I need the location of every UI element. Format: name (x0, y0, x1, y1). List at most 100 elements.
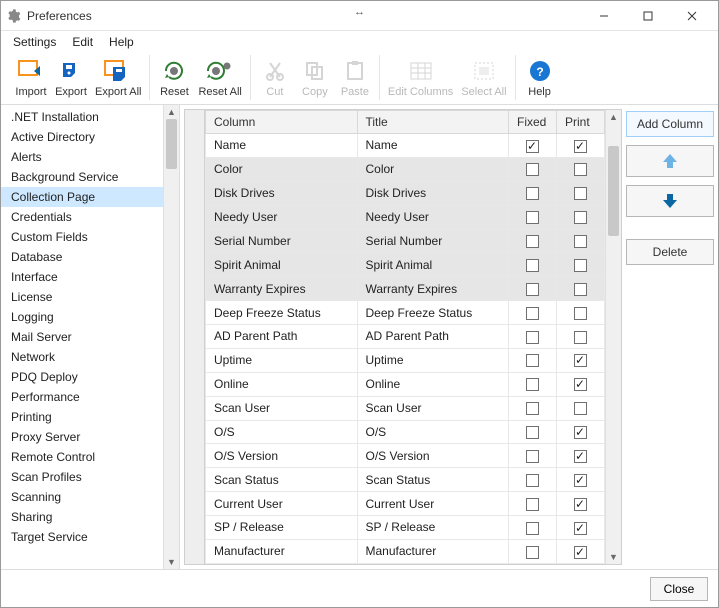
checkbox-icon[interactable] (574, 259, 587, 272)
cell-column[interactable]: Spirit Animal (206, 253, 358, 277)
menu-settings[interactable]: Settings (5, 33, 64, 51)
checkbox-icon[interactable] (574, 354, 587, 367)
cell-column[interactable]: Needy User (206, 205, 358, 229)
table-row[interactable]: Deep Freeze StatusDeep Freeze Status (206, 301, 605, 325)
sidebar-item[interactable]: Active Directory (1, 127, 163, 147)
checkbox-icon[interactable] (526, 474, 539, 487)
cell-print[interactable] (557, 444, 605, 468)
close-button[interactable]: Close (650, 577, 708, 601)
header-column[interactable]: Column (206, 111, 358, 134)
cell-fixed[interactable] (509, 277, 557, 301)
cell-fixed[interactable] (509, 134, 557, 158)
sidebar-item[interactable]: Background Service (1, 167, 163, 187)
checkbox-icon[interactable] (526, 546, 539, 559)
cell-print[interactable] (557, 134, 605, 158)
checkbox-icon[interactable] (574, 283, 587, 296)
cell-fixed[interactable] (509, 492, 557, 516)
cell-fixed[interactable] (509, 396, 557, 420)
cell-title[interactable]: Scan Status (357, 468, 509, 492)
delete-button[interactable]: Delete (626, 239, 714, 265)
sidebar-item[interactable]: Credentials (1, 207, 163, 227)
cell-fixed[interactable] (509, 229, 557, 253)
checkbox-icon[interactable] (526, 522, 539, 535)
sidebar-item[interactable]: PDQ Deploy (1, 367, 163, 387)
sidebar-item[interactable]: Alerts (1, 147, 163, 167)
checkbox-icon[interactable] (526, 354, 539, 367)
checkbox-icon[interactable] (574, 450, 587, 463)
table-row[interactable]: Scan UserScan User (206, 396, 605, 420)
move-down-button[interactable] (626, 185, 714, 217)
resize-grip-icon[interactable]: ↔ (354, 6, 365, 18)
cell-print[interactable] (557, 468, 605, 492)
cell-title[interactable]: Spirit Animal (357, 253, 509, 277)
cell-fixed[interactable] (509, 420, 557, 444)
export-button[interactable]: Export (51, 55, 91, 100)
table-row[interactable]: SP / ReleaseSP / Release (206, 516, 605, 540)
cell-print[interactable] (557, 157, 605, 181)
checkbox-icon[interactable] (574, 546, 587, 559)
cell-column[interactable]: Deep Freeze Status (206, 301, 358, 325)
scroll-up-icon[interactable]: ▲ (606, 110, 621, 124)
cell-fixed[interactable] (509, 539, 557, 563)
checkbox-icon[interactable] (526, 402, 539, 415)
cell-fixed[interactable] (509, 253, 557, 277)
cell-column[interactable]: Color▶ (206, 157, 358, 181)
sidebar-item[interactable]: Interface (1, 267, 163, 287)
cell-print[interactable] (557, 277, 605, 301)
cell-print[interactable] (557, 420, 605, 444)
sidebar-scrollbar[interactable]: ▲ ▼ (163, 105, 179, 569)
table-row[interactable]: AD Parent PathAD Parent Path (206, 325, 605, 349)
checkbox-icon[interactable] (574, 378, 587, 391)
checkbox-icon[interactable] (526, 187, 539, 200)
sidebar-item[interactable]: Proxy Server (1, 427, 163, 447)
cell-print[interactable] (557, 372, 605, 396)
checkbox-icon[interactable] (526, 426, 539, 439)
cell-print[interactable] (557, 516, 605, 540)
cell-column[interactable]: Scan User (206, 396, 358, 420)
export-all-button[interactable]: Export All (91, 55, 145, 100)
table-row[interactable]: Spirit AnimalSpirit Animal (206, 253, 605, 277)
cell-print[interactable] (557, 205, 605, 229)
table-row[interactable]: Serial NumberSerial Number (206, 229, 605, 253)
table-row[interactable]: ManufacturerManufacturer (206, 539, 605, 563)
checkbox-icon[interactable] (526, 235, 539, 248)
cell-column[interactable]: Name (206, 134, 358, 158)
header-fixed[interactable]: Fixed (509, 111, 557, 134)
cell-title[interactable]: SP / Release (357, 516, 509, 540)
cell-column[interactable]: Online (206, 372, 358, 396)
cell-print[interactable] (557, 253, 605, 277)
sidebar-item[interactable]: Mail Server (1, 327, 163, 347)
cell-title[interactable]: Online (357, 372, 509, 396)
cell-column[interactable]: Manufacturer (206, 539, 358, 563)
cell-title[interactable]: Scan User (357, 396, 509, 420)
sidebar-item[interactable]: .NET Installation (1, 107, 163, 127)
cell-print[interactable] (557, 492, 605, 516)
cell-print[interactable] (557, 301, 605, 325)
table-row[interactable]: Needy UserNeedy User (206, 205, 605, 229)
help-button[interactable]: ? Help (520, 55, 560, 100)
cell-print[interactable] (557, 539, 605, 563)
sidebar-item[interactable]: Scanning (1, 487, 163, 507)
sidebar-list[interactable]: .NET InstallationActive DirectoryAlertsB… (1, 105, 163, 569)
sidebar-item[interactable]: Network (1, 347, 163, 367)
reset-all-button[interactable]: Reset All (194, 55, 245, 100)
sidebar-item[interactable]: License (1, 287, 163, 307)
move-up-button[interactable] (626, 145, 714, 177)
cell-title[interactable]: O/S (357, 420, 509, 444)
checkbox-icon[interactable] (526, 498, 539, 511)
cell-column[interactable]: Disk Drives (206, 181, 358, 205)
header-print[interactable]: Print (557, 111, 605, 134)
checkbox-icon[interactable] (526, 307, 539, 320)
cell-title[interactable]: Manufacturer (357, 539, 509, 563)
scroll-down-icon[interactable]: ▼ (164, 555, 179, 569)
cell-title[interactable]: Disk Drives (357, 181, 509, 205)
cell-fixed[interactable] (509, 181, 557, 205)
checkbox-icon[interactable] (574, 163, 587, 176)
table-row[interactable]: O/SO/S (206, 420, 605, 444)
table-row[interactable]: Color▶Color (206, 157, 605, 181)
cell-title[interactable]: Warranty Expires (357, 277, 509, 301)
checkbox-icon[interactable] (574, 331, 587, 344)
checkbox-icon[interactable] (526, 283, 539, 296)
checkbox-icon[interactable] (574, 140, 587, 153)
cell-fixed[interactable] (509, 516, 557, 540)
